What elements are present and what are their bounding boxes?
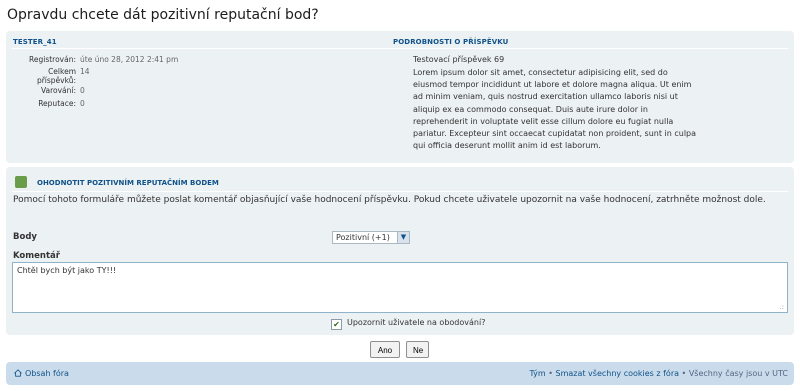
timezone-text: Všechny časy jsou v UTC	[688, 369, 788, 378]
reputation-form-description: Pomocí tohoto formuláře můžete poslat ko…	[13, 195, 766, 205]
resize-grip-icon[interactable]: .:	[779, 303, 784, 311]
delete-cookies-link[interactable]: Smazat všechny cookies z fóra	[556, 369, 680, 378]
board-index-label: Obsah fóra	[25, 369, 69, 378]
comment-text: Chtěl bych být jako TY!!!	[17, 266, 117, 275]
post-title: Testovací příspěvek 69	[413, 55, 505, 64]
panel-divider	[12, 191, 788, 192]
username-link[interactable]: TESTER_41	[13, 38, 57, 46]
footer-navbar: Obsah fóra Tým • Smazat všechny cookies …	[6, 362, 794, 385]
post-count-value: 14	[80, 67, 90, 76]
comment-textarea[interactable]: Chtěl bych být jako TY!!! .:	[12, 262, 788, 313]
footer-separator: •	[679, 369, 689, 378]
footer-separator: •	[545, 369, 556, 378]
board-index-link[interactable]: Obsah fóra	[14, 369, 69, 378]
chevron-down-icon[interactable]: ▼	[397, 232, 409, 243]
reputation-positive-icon	[15, 176, 27, 188]
post-details-header: PODROBNOSTI O PŘÍSPĚVKU	[393, 38, 509, 46]
registered-label: Registrován:	[28, 55, 76, 64]
footer-links: Tým • Smazat všechny cookies z fóra • Vš…	[530, 369, 788, 378]
registered-value: úte úno 28, 2012 2:41 pm	[80, 55, 179, 64]
no-button[interactable]: Ne	[406, 341, 429, 358]
yes-button[interactable]: Ano	[370, 341, 400, 358]
post-count-label: Celkem příspěvků:	[36, 67, 76, 85]
comment-label: Komentář	[13, 251, 60, 261]
home-icon	[14, 369, 22, 377]
page-title: Opravdu chcete dát pozitivní reputační b…	[7, 7, 319, 23]
post-body: Lorem ipsum dolor sit amet, consectetur …	[413, 68, 697, 151]
notify-checkbox[interactable]: ✔	[331, 319, 342, 330]
warnings-label: Varování:	[40, 86, 76, 95]
reputation-value: 0	[80, 99, 85, 108]
warnings-value: 0	[80, 86, 85, 95]
reputation-form-header: OHODNOTIT POZITIVNÍM REPUTAČNÍM BODEM	[37, 179, 219, 187]
points-label: Body	[13, 232, 37, 242]
points-select[interactable]: Pozitivní (+1) ▼	[332, 231, 410, 244]
reputation-label: Reputace:	[38, 99, 76, 108]
post-details-panel: TESTER_41 PODROBNOSTI O PŘÍSPĚVKU Regist…	[6, 31, 794, 163]
notify-label[interactable]: Upozornit uživatele na obodování?	[347, 318, 485, 327]
panel-divider	[12, 48, 788, 49]
notify-row: ✔ Upozornit uživatele na obodování?	[331, 318, 485, 330]
reputation-form-panel: OHODNOTIT POZITIVNÍM REPUTAČNÍM BODEM Po…	[6, 167, 794, 335]
team-link[interactable]: Tým	[530, 369, 546, 378]
points-select-value: Pozitivní (+1)	[336, 233, 390, 242]
